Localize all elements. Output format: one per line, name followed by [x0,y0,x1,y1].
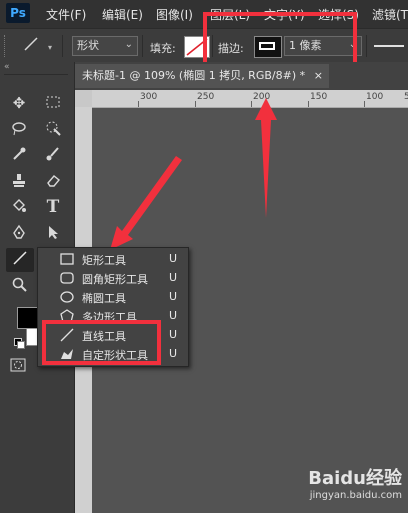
watermark: Baidu经验 jingyan.baidu.com [290,462,406,510]
rectangle-icon [60,253,74,265]
line-tool-highlight-box [42,320,161,365]
rounded-rectangle-icon [60,272,74,284]
flyout-item-rectangle[interactable]: 矩形工具 U [38,250,188,269]
watermark-brand: Baidu经验 [308,468,402,489]
flyout-item-rounded-rectangle[interactable]: 圆角矩形工具 U [38,269,188,288]
arrow-diagonal-annotation [110,156,182,250]
flyout-item-ellipse[interactable]: 椭圆工具 U [38,288,188,307]
watermark-url: jingyan.baidu.com [309,490,402,501]
arrow-up-annotation [255,98,277,218]
ellipse-icon [60,291,74,303]
